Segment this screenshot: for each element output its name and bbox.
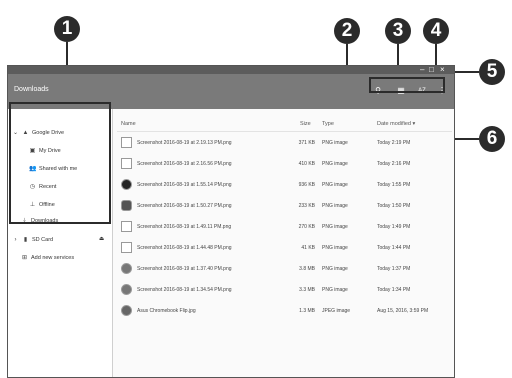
file-type: PNG image xyxy=(322,203,348,209)
file-date: Today 2:16 PM xyxy=(377,161,411,167)
file-date: Today 1:49 PM xyxy=(377,224,411,230)
file-date: Today 1:37 PM xyxy=(377,266,411,272)
minimize-icon[interactable]: – xyxy=(420,66,424,74)
file-date: Aug 15, 2016, 3:59 PM xyxy=(377,308,429,314)
add-new-services-button[interactable]: ⊞ Add new services xyxy=(21,254,74,261)
file-thumbnail xyxy=(121,263,132,274)
file-thumbnail xyxy=(121,242,132,253)
callout-6: 6 xyxy=(479,126,505,152)
file-size: 410 KB xyxy=(298,161,315,167)
close-icon[interactable]: × xyxy=(440,66,445,74)
sd-card-icon: ▮ xyxy=(23,237,28,243)
file-type: PNG image xyxy=(322,224,348,230)
callout-5: 5 xyxy=(479,59,505,85)
sidebar-item-label: SD Card xyxy=(32,237,54,243)
callout-1: 1 xyxy=(54,16,80,42)
toolbar-highlight xyxy=(369,77,445,93)
table-row[interactable]: Screenshot 2016-08-19 at 1.55.14 PM.png … xyxy=(113,174,454,195)
table-row[interactable]: Screenshot 2016-08-19 at 1.37.40 PM.png … xyxy=(113,258,454,279)
file-date: Today 1:34 PM xyxy=(377,287,411,293)
window-title: Downloads xyxy=(14,86,49,93)
file-size: 41 KB xyxy=(301,245,315,251)
table-row[interactable]: Screenshot 2016-08-19 at 1.50.27 PM.png … xyxy=(113,195,454,216)
file-type: JPEG image xyxy=(322,308,351,314)
file-type: PNG image xyxy=(322,140,348,146)
file-type: PNG image xyxy=(322,245,348,251)
column-header-date[interactable]: Date modified ▾ xyxy=(377,121,415,127)
file-thumbnail xyxy=(121,179,132,190)
file-size: 3.3 MB xyxy=(299,287,315,293)
file-thumbnail xyxy=(121,200,132,211)
file-name: Asus Chromebook Flip.jpg xyxy=(137,308,196,314)
callout-3: 3 xyxy=(385,18,411,44)
add-icon: ⊞ xyxy=(21,255,28,261)
column-header-type[interactable]: Type xyxy=(322,121,334,127)
file-name: Screenshot 2016-08-19 at 1.49.11 PM.png xyxy=(137,224,232,230)
file-name: Screenshot 2016-08-19 at 1.50.27 PM.png xyxy=(137,203,232,209)
file-name: Screenshot 2016-08-19 at 1.55.14 PM.png xyxy=(137,182,232,188)
column-header-name[interactable]: Name xyxy=(121,121,136,127)
file-size: 936 KB xyxy=(298,182,315,188)
file-thumbnail xyxy=(121,221,132,232)
maximize-icon[interactable]: □ xyxy=(429,66,434,74)
callout-4: 4 xyxy=(423,18,449,44)
file-name: Screenshot 2016-08-19 at 1.37.40 PM.png xyxy=(137,266,232,272)
file-size: 270 KB xyxy=(298,224,315,230)
file-thumbnail xyxy=(121,284,132,295)
file-size: 371 KB xyxy=(298,140,315,146)
table-row[interactable]: Asus Chromebook Flip.jpg 1.3 MB JPEG ima… xyxy=(113,300,454,321)
eject-icon[interactable]: ⏏ xyxy=(99,236,104,242)
table-row[interactable]: Screenshot 2016-08-19 at 1.49.11 PM.png … xyxy=(113,216,454,237)
sidebar-item-sd-card[interactable]: › ▮ SD Card ⏏ xyxy=(12,236,108,243)
file-name: Screenshot 2016-08-19 at 1.44.48 PM.png xyxy=(137,245,232,251)
file-thumbnail xyxy=(121,305,132,316)
file-date: Today 1:50 PM xyxy=(377,203,411,209)
file-size: 233 KB xyxy=(298,203,315,209)
sidebar-item-label: Add new services xyxy=(31,255,75,261)
file-name: Screenshot 2016-08-19 at 1.34.54 PM.png xyxy=(137,287,232,293)
file-size: 3.8 MB xyxy=(299,266,315,272)
file-date: Today 1:55 PM xyxy=(377,182,411,188)
file-thumbnail xyxy=(121,158,132,169)
file-name: Screenshot 2016-08-19 at 2.19.13 PM.png xyxy=(137,140,232,146)
table-row[interactable]: Screenshot 2016-08-19 at 2.19.13 PM.png … xyxy=(113,132,454,153)
column-header-size[interactable]: Size xyxy=(300,121,311,127)
title-bar: – □ × xyxy=(8,66,454,74)
file-type: PNG image xyxy=(322,161,348,167)
file-date: Today 1:44 PM xyxy=(377,245,411,251)
file-date: Today 2:19 PM xyxy=(377,140,411,146)
table-row[interactable]: Screenshot 2016-08-19 at 1.34.54 PM.png … xyxy=(113,279,454,300)
leader-4 xyxy=(435,44,437,66)
file-type: PNG image xyxy=(322,266,348,272)
sidebar-highlight xyxy=(9,102,111,224)
table-row[interactable]: Screenshot 2016-08-19 at 2.16.56 PM.png … xyxy=(113,153,454,174)
callout-2: 2 xyxy=(334,18,360,44)
file-list: Name Size Type Date modified ▾ Screensho… xyxy=(113,109,454,377)
file-name: Screenshot 2016-08-19 at 2.16.56 PM.png xyxy=(137,161,232,167)
file-type: PNG image xyxy=(322,182,348,188)
chevron-right-icon[interactable]: › xyxy=(12,237,19,243)
file-thumbnail xyxy=(121,137,132,148)
table-row[interactable]: Screenshot 2016-08-19 at 1.44.48 PM.png … xyxy=(113,237,454,258)
file-type: PNG image xyxy=(322,287,348,293)
file-size: 1.3 MB xyxy=(299,308,315,314)
